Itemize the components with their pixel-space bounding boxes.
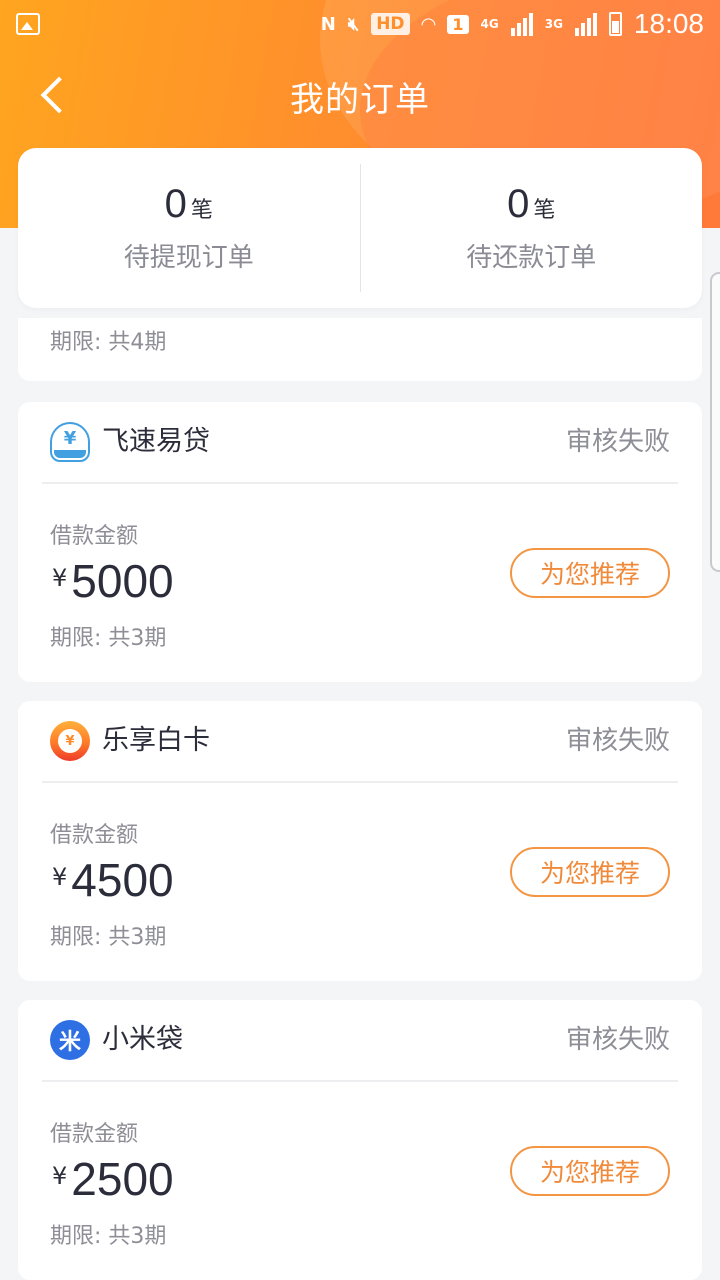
loan-amount: 4500	[71, 854, 174, 906]
wifi-icon: ◠	[421, 13, 436, 35]
clock: 18:08	[633, 8, 704, 39]
order-card[interactable]: 米 小米袋 审核失败 借款金额 ¥ 2500 期限: 共3期 为您推荐	[18, 1000, 702, 1280]
order-card[interactable]: ¥ 乐享白卡 审核失败 借款金额 ¥ 4500 期限: 共3期 为您推荐	[18, 701, 702, 981]
battery-icon	[608, 12, 622, 36]
order-term: 期限: 共3期	[50, 626, 167, 651]
order-term: 期限: 共3期	[50, 925, 167, 950]
recommend-button[interactable]: 为您推荐	[510, 847, 670, 897]
gallery-notification-icon	[16, 13, 40, 35]
sim-badge: 1	[447, 14, 469, 34]
nav-bar: 我的订单	[0, 56, 720, 136]
order-card-partial[interactable]: 期限: 共4期	[18, 318, 702, 381]
edge-panel-handle[interactable]	[710, 272, 720, 572]
mute-icon: 🔇︎	[347, 13, 360, 35]
status-bar: N 🔇︎ HD ◠ 1 4G 3G 18:08	[0, 0, 720, 48]
signal-icon	[510, 12, 533, 36]
nfc-icon: N	[320, 13, 336, 35]
signal-icon-2	[574, 12, 597, 36]
pending-withdraw-label: 待提现订单	[123, 243, 254, 273]
pending-repay-label: 待还款订单	[466, 243, 597, 273]
page-title: 我的订单	[290, 79, 430, 120]
lexiang-logo-icon: ¥	[50, 721, 90, 761]
pending-withdraw-summary[interactable]: 0 笔 待提现订单	[18, 148, 360, 308]
brand-name: 飞速易贷	[102, 426, 210, 457]
pending-repay-count: 0	[507, 182, 530, 226]
xiaomi-logo-icon: 米	[50, 1020, 90, 1060]
currency-symbol: ¥	[52, 564, 68, 592]
order-term: 期限: 共4期	[50, 330, 167, 355]
status-label: 审核失败	[565, 726, 670, 756]
amount-label: 借款金额	[50, 1122, 139, 1147]
divider	[42, 1080, 678, 1082]
pending-withdraw-count: 0	[164, 182, 187, 226]
pending-repay-unit: 笔	[533, 198, 556, 223]
amount-label: 借款金额	[50, 823, 139, 848]
currency-symbol: ¥	[52, 1162, 68, 1190]
network-3g-label: 3G	[544, 17, 563, 31]
status-label: 审核失败	[565, 1025, 670, 1055]
order-card[interactable]: ¥ 飞速易贷 审核失败 借款金额 ¥ 5000 期限: 共3期 为您推荐	[18, 402, 702, 682]
pending-withdraw-unit: 笔	[190, 198, 213, 223]
hd-badge: HD	[371, 13, 410, 35]
order-summary-card: 0 笔 待提现订单 0 笔 待还款订单	[18, 148, 702, 308]
amount-label: 借款金额	[50, 524, 139, 549]
network-4g-label: 4G	[480, 17, 499, 31]
chevron-left-icon[interactable]	[40, 76, 78, 114]
loan-amount: 2500	[71, 1153, 174, 1205]
recommend-button[interactable]: 为您推荐	[510, 548, 670, 598]
pending-repay-summary[interactable]: 0 笔 待还款订单	[361, 148, 703, 308]
status-label: 审核失败	[565, 427, 670, 457]
divider	[42, 781, 678, 783]
currency-symbol: ¥	[52, 863, 68, 891]
feisu-logo-icon: ¥	[50, 422, 90, 462]
brand-name: 乐享白卡	[102, 725, 210, 756]
order-term: 期限: 共3期	[50, 1224, 167, 1249]
divider	[42, 482, 678, 484]
brand-name: 小米袋	[102, 1024, 183, 1055]
recommend-button[interactable]: 为您推荐	[510, 1146, 670, 1196]
loan-amount: 5000	[71, 555, 174, 607]
